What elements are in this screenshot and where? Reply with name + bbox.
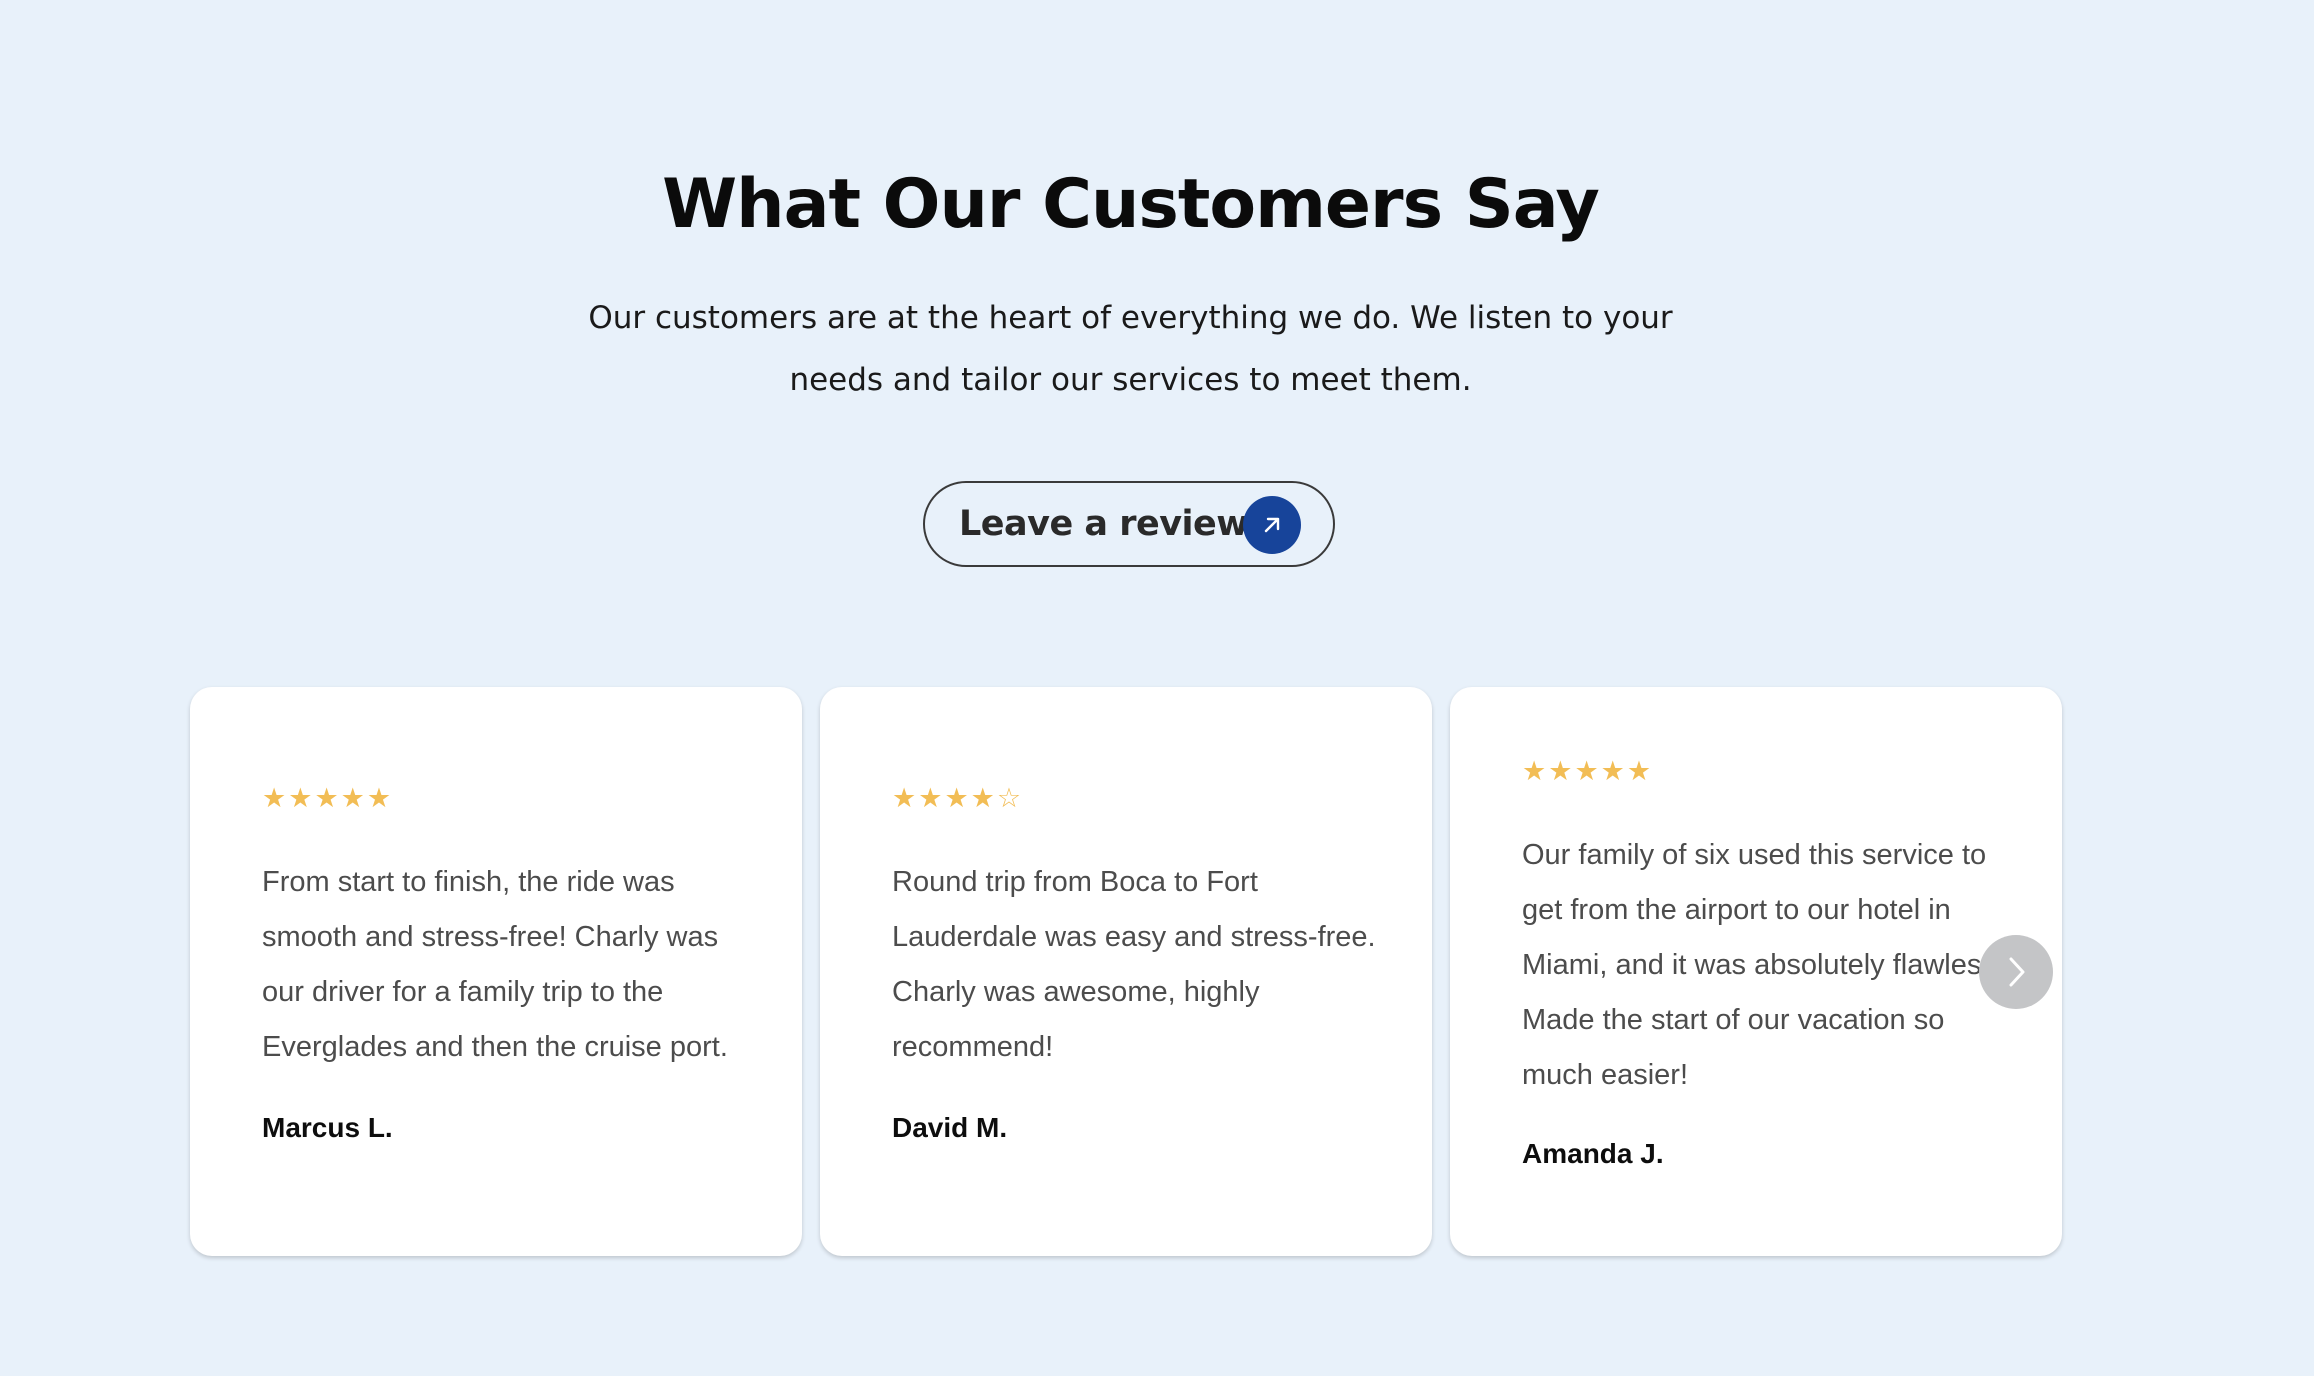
- star-filled-icon: ★: [918, 783, 943, 814]
- star-rating: ★ ★ ★ ★ ★: [1522, 758, 1651, 786]
- star-filled-icon: ★: [1522, 756, 1547, 787]
- star-rating: ★ ★ ★ ★ ★: [262, 785, 391, 813]
- star-filled-icon: ★: [1548, 756, 1573, 787]
- chevron-right-icon: [2009, 957, 2025, 987]
- review-author: David M.: [892, 1112, 1008, 1143]
- carousel-next-button[interactable]: [1979, 935, 2053, 1009]
- star-filled-icon: ★: [944, 783, 969, 814]
- arrow-up-right-icon: [1243, 496, 1301, 554]
- star-filled-icon: ★: [314, 783, 339, 814]
- section-subtitle: Our customers are at the heart of everyt…: [580, 287, 1681, 411]
- star-filled-icon: ★: [366, 783, 392, 814]
- review-text: Round trip from Boca to Fort Lauderdale …: [892, 866, 1376, 1063]
- star-filled-icon: ★: [340, 783, 365, 814]
- star-filled-icon: ★: [262, 783, 287, 814]
- star-filled-icon: ★: [970, 783, 995, 814]
- review-card: ★ ★ ★ ★ ★ From start to finish, the ride was…: [190, 687, 802, 1256]
- review-author: Marcus L.: [262, 1112, 393, 1143]
- testimonials-section: What Our Customers Say Our customers are…: [0, 0, 2314, 1376]
- star-filled-icon: ★: [288, 783, 313, 814]
- section-title: What Our Customers Say: [662, 165, 1600, 244]
- star-rating: ★ ★ ★ ★ ☆: [892, 785, 1021, 813]
- star-filled-icon: ★: [1626, 756, 1652, 787]
- review-text: From start to finish, the ride was smoot…: [262, 866, 728, 1063]
- leave-review-button[interactable]: Leave a review!: [923, 481, 1335, 567]
- leave-review-label: Leave a review!: [959, 504, 1264, 544]
- star-filled-icon: ★: [1574, 756, 1599, 787]
- review-card: ★ ★ ★ ★ ★ Our family of six used this servic…: [1450, 687, 2062, 1256]
- subtitle-line-2: needs and tailor our services to meet th…: [789, 362, 1472, 398]
- subtitle-line-1: Our customers are at the heart of everyt…: [588, 300, 1673, 336]
- star-empty-icon: ☆: [996, 783, 1022, 814]
- review-text: Our family of six used this service to g…: [1522, 839, 2004, 1091]
- star-filled-icon: ★: [1600, 756, 1625, 787]
- review-author: Amanda J.: [1522, 1138, 1664, 1169]
- star-filled-icon: ★: [892, 783, 917, 814]
- review-card: ★ ★ ★ ★ ☆ Round trip from Boca to Fort Laude…: [820, 687, 1432, 1256]
